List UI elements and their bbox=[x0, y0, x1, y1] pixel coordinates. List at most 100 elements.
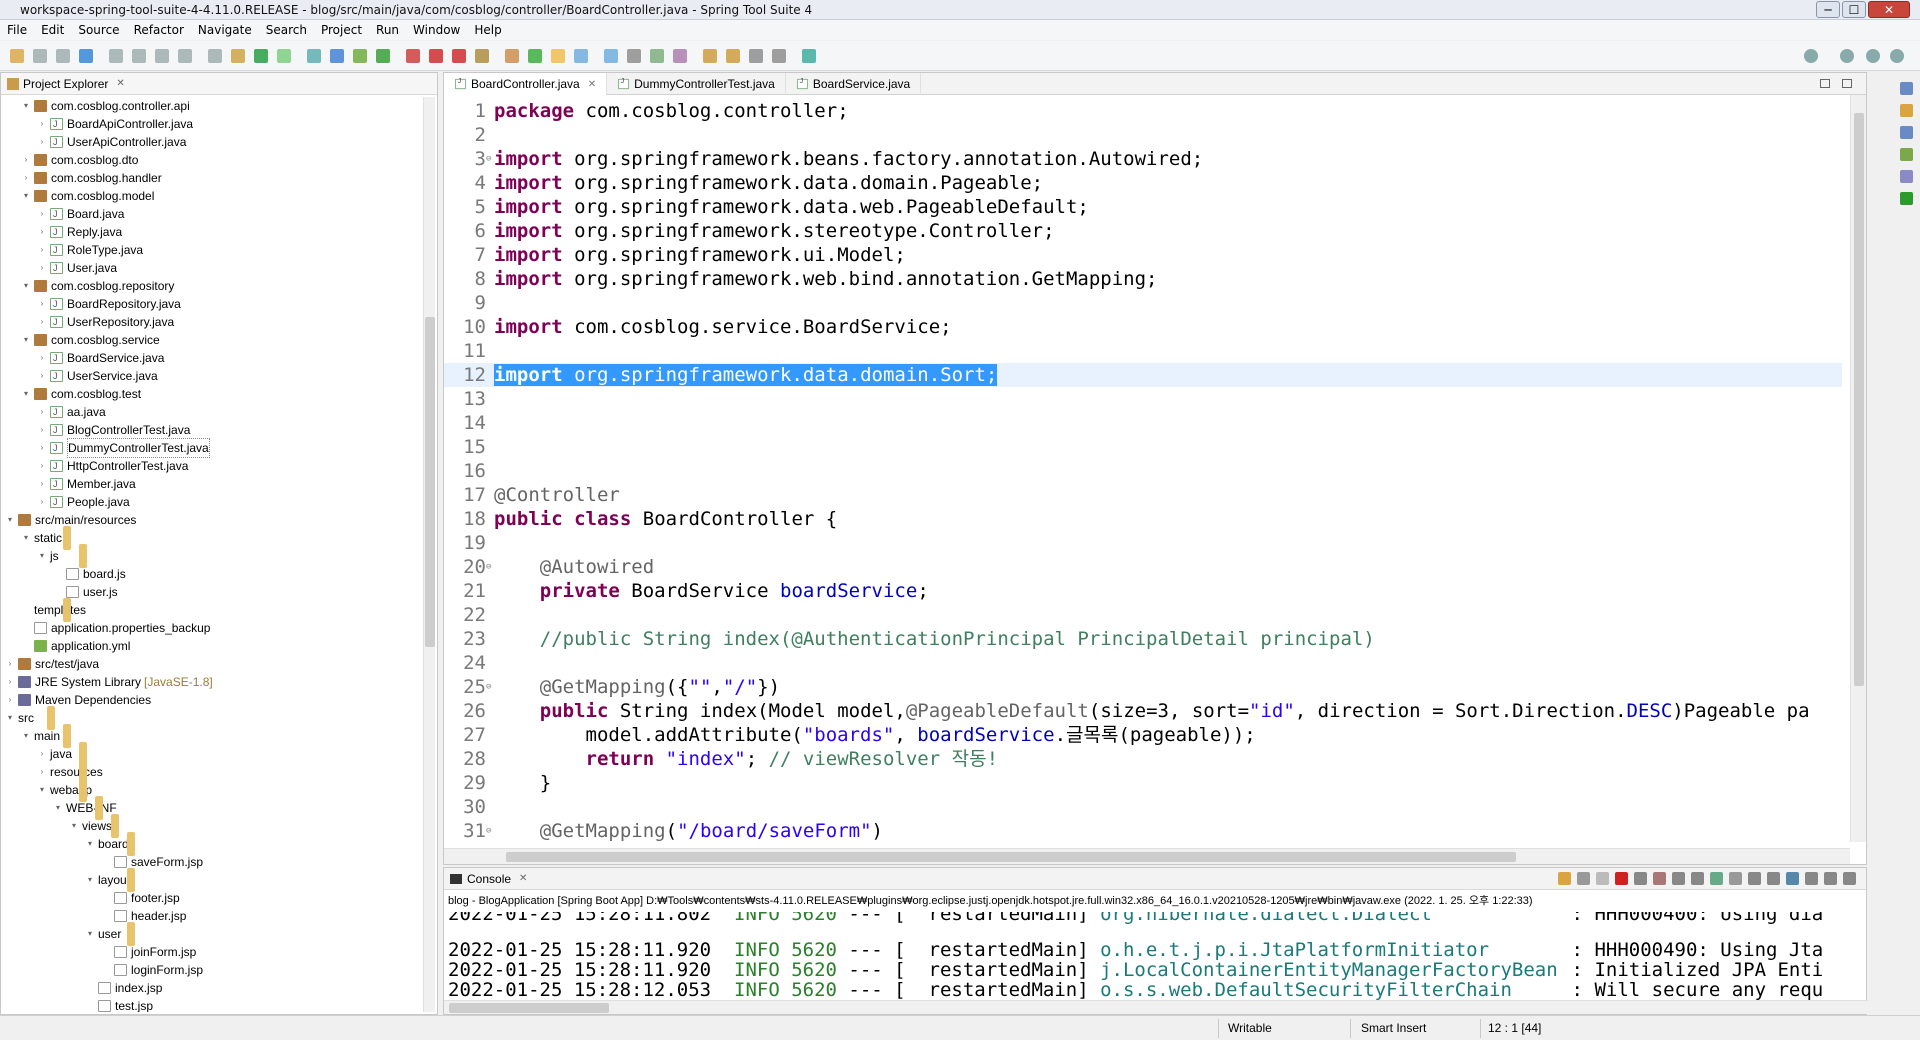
toolbar-button-32-icon[interactable] bbox=[772, 49, 786, 63]
chevron-right-icon[interactable]: › bbox=[37, 313, 47, 331]
tree-item[interactable]: › Board.java bbox=[37, 205, 125, 223]
code-line[interactable]: private BoardService boardService; bbox=[494, 579, 929, 603]
tree-item[interactable]: › BlogControllerTest.java bbox=[37, 421, 191, 439]
tree-item[interactable]: ▾ webapp bbox=[37, 778, 92, 802]
toolbar-button-27-icon[interactable] bbox=[650, 49, 664, 63]
console-toolbar-1-icon[interactable] bbox=[1558, 872, 1571, 885]
console-toolbar-6-icon[interactable] bbox=[1653, 872, 1666, 885]
editor-horizontal-scrollbar[interactable] bbox=[444, 848, 1850, 864]
console-toolbar-4-icon[interactable] bbox=[1615, 872, 1628, 885]
chevron-down-icon[interactable]: ▾ bbox=[37, 547, 47, 565]
toolbar-button-7-icon[interactable] bbox=[155, 49, 169, 63]
menu-project[interactable]: Project bbox=[314, 23, 369, 37]
close-window-button[interactable]: ✕ bbox=[1868, 1, 1910, 18]
code-line[interactable]: import org.springframework.data.domain.S… bbox=[494, 363, 998, 387]
console-toolbar-16-icon[interactable] bbox=[1843, 872, 1856, 885]
toolbar-button-30-icon[interactable] bbox=[726, 49, 740, 63]
chevron-right-icon[interactable]: › bbox=[37, 745, 47, 763]
console-title[interactable]: Console bbox=[467, 872, 511, 886]
chevron-down-icon[interactable]: ▾ bbox=[21, 187, 31, 205]
menu-help[interactable]: Help bbox=[467, 23, 508, 37]
console-toolbar-13-icon[interactable] bbox=[1786, 872, 1799, 885]
code-line[interactable]: } bbox=[494, 771, 551, 795]
dock-view-3-icon[interactable] bbox=[1900, 126, 1913, 139]
toolbar-button-17-icon[interactable] bbox=[406, 49, 420, 63]
chevron-right-icon[interactable]: › bbox=[37, 133, 47, 151]
tree-item[interactable]: › DummyControllerTest.java bbox=[37, 438, 210, 458]
tree-item[interactable]: ▾ com.cosblog.test bbox=[21, 385, 141, 403]
chevron-down-icon[interactable]: ▾ bbox=[21, 385, 31, 403]
chevron-down-icon[interactable]: ▾ bbox=[37, 781, 47, 799]
toolbar-button-28-icon[interactable] bbox=[673, 49, 687, 63]
tree-item[interactable]: › Reply.java bbox=[37, 223, 122, 241]
toolbar-button-20-icon[interactable] bbox=[475, 49, 489, 63]
tree-item[interactable]: ▾ WEB-INF bbox=[53, 796, 117, 820]
java-perspective-icon[interactable] bbox=[1866, 49, 1880, 63]
chevron-right-icon[interactable]: › bbox=[5, 655, 15, 673]
chevron-right-icon[interactable]: › bbox=[37, 295, 47, 313]
close-icon[interactable]: ✕ bbox=[116, 78, 124, 89]
editor-vscroll-thumb[interactable] bbox=[1854, 113, 1864, 686]
chevron-right-icon[interactable]: › bbox=[37, 115, 47, 133]
toolbar-button-12-icon[interactable] bbox=[277, 49, 291, 63]
toolbar-button-14-icon[interactable] bbox=[330, 49, 344, 63]
menu-window[interactable]: Window bbox=[406, 23, 467, 37]
menu-run[interactable]: Run bbox=[369, 23, 406, 37]
toolbar-button-18-icon[interactable] bbox=[429, 49, 443, 63]
toolbar-button-23-icon[interactable] bbox=[551, 49, 565, 63]
tree-item[interactable]: › BoardService.java bbox=[37, 349, 165, 367]
chevron-right-icon[interactable]: › bbox=[21, 169, 31, 187]
tree-item[interactable]: ▾ com.cosblog.repository bbox=[21, 277, 174, 295]
tree-item[interactable]: ▾ com.cosblog.model bbox=[21, 187, 154, 205]
editor-vertical-scrollbar[interactable] bbox=[1850, 95, 1866, 842]
chevron-right-icon[interactable]: › bbox=[5, 691, 15, 709]
console-toolbar-9-icon[interactable] bbox=[1710, 872, 1723, 885]
console-toolbar-10-icon[interactable] bbox=[1729, 872, 1742, 885]
tree-item[interactable]: ▾ js bbox=[37, 544, 87, 568]
tree-item[interactable]: › aa.java bbox=[37, 403, 106, 421]
fold-icon[interactable]: ⊖ bbox=[486, 675, 494, 699]
chevron-right-icon[interactable]: › bbox=[37, 763, 47, 781]
fold-icon[interactable]: ⊖ bbox=[486, 819, 494, 842]
tree-item[interactable]: › UserRepository.java bbox=[37, 313, 175, 331]
code-line[interactable]: import org.springframework.beans.factory… bbox=[494, 147, 1203, 171]
tree-item[interactable]: › UserService.java bbox=[37, 367, 158, 385]
code-line[interactable]: package com.cosblog.controller; bbox=[494, 99, 849, 123]
code-line[interactable]: @Autowired bbox=[494, 555, 654, 579]
chevron-right-icon[interactable]: › bbox=[37, 259, 47, 277]
chevron-down-icon[interactable]: ▾ bbox=[21, 529, 31, 547]
chevron-down-icon[interactable]: ▾ bbox=[85, 835, 95, 853]
code-line[interactable]: import org.springframework.web.bind.anno… bbox=[494, 267, 1157, 291]
tree-item[interactable]: header.jsp bbox=[101, 907, 186, 925]
chevron-right-icon[interactable]: › bbox=[37, 421, 47, 439]
explorer-scrollbar[interactable] bbox=[423, 97, 435, 1012]
fold-icon[interactable]: ⊖ bbox=[486, 147, 494, 171]
dock-view-6-icon[interactable] bbox=[1900, 192, 1913, 205]
code-line[interactable]: //public String index(@AuthenticationPri… bbox=[494, 627, 1375, 651]
tree-item[interactable]: › com.cosblog.handler bbox=[21, 169, 162, 187]
maximize-button[interactable]: ☐ bbox=[1842, 1, 1866, 18]
search-icon[interactable] bbox=[1804, 49, 1818, 63]
toolbar-button-15-icon[interactable] bbox=[353, 49, 367, 63]
tree-item[interactable]: ▾ layout bbox=[85, 868, 135, 892]
editor-tab[interactable]: BoardService.java bbox=[786, 73, 922, 95]
console-toolbar-15-icon[interactable] bbox=[1824, 872, 1837, 885]
toolbar-button-11-icon[interactable] bbox=[254, 49, 268, 63]
code-line[interactable]: model.addAttribute("boards", boardServic… bbox=[494, 723, 1256, 747]
code-line[interactable]: public String index(Model model,@Pageabl… bbox=[494, 699, 1810, 723]
toolbar-button-9-icon[interactable] bbox=[208, 49, 222, 63]
chevron-right-icon[interactable]: › bbox=[37, 223, 47, 241]
code-line[interactable]: import com.cosblog.service.BoardService; bbox=[494, 315, 952, 339]
menu-file[interactable]: File bbox=[0, 23, 34, 37]
toolbar-button-21-icon[interactable] bbox=[505, 49, 519, 63]
tree-item[interactable]: › BoardApiController.java bbox=[37, 115, 193, 133]
tree-item[interactable]: ▾ user bbox=[85, 922, 135, 946]
tree-item[interactable]: › java bbox=[37, 742, 87, 766]
chevron-right-icon[interactable]: › bbox=[37, 475, 47, 493]
dock-view-5-icon[interactable] bbox=[1900, 170, 1913, 183]
spring-perspective-icon[interactable] bbox=[1890, 49, 1904, 63]
perspective-icon[interactable] bbox=[1840, 49, 1854, 63]
console-toolbar-3-icon[interactable] bbox=[1596, 872, 1609, 885]
code-line[interactable]: import org.springframework.data.web.Page… bbox=[494, 195, 1089, 219]
tree-item[interactable]: application.properties_backup bbox=[21, 619, 210, 637]
